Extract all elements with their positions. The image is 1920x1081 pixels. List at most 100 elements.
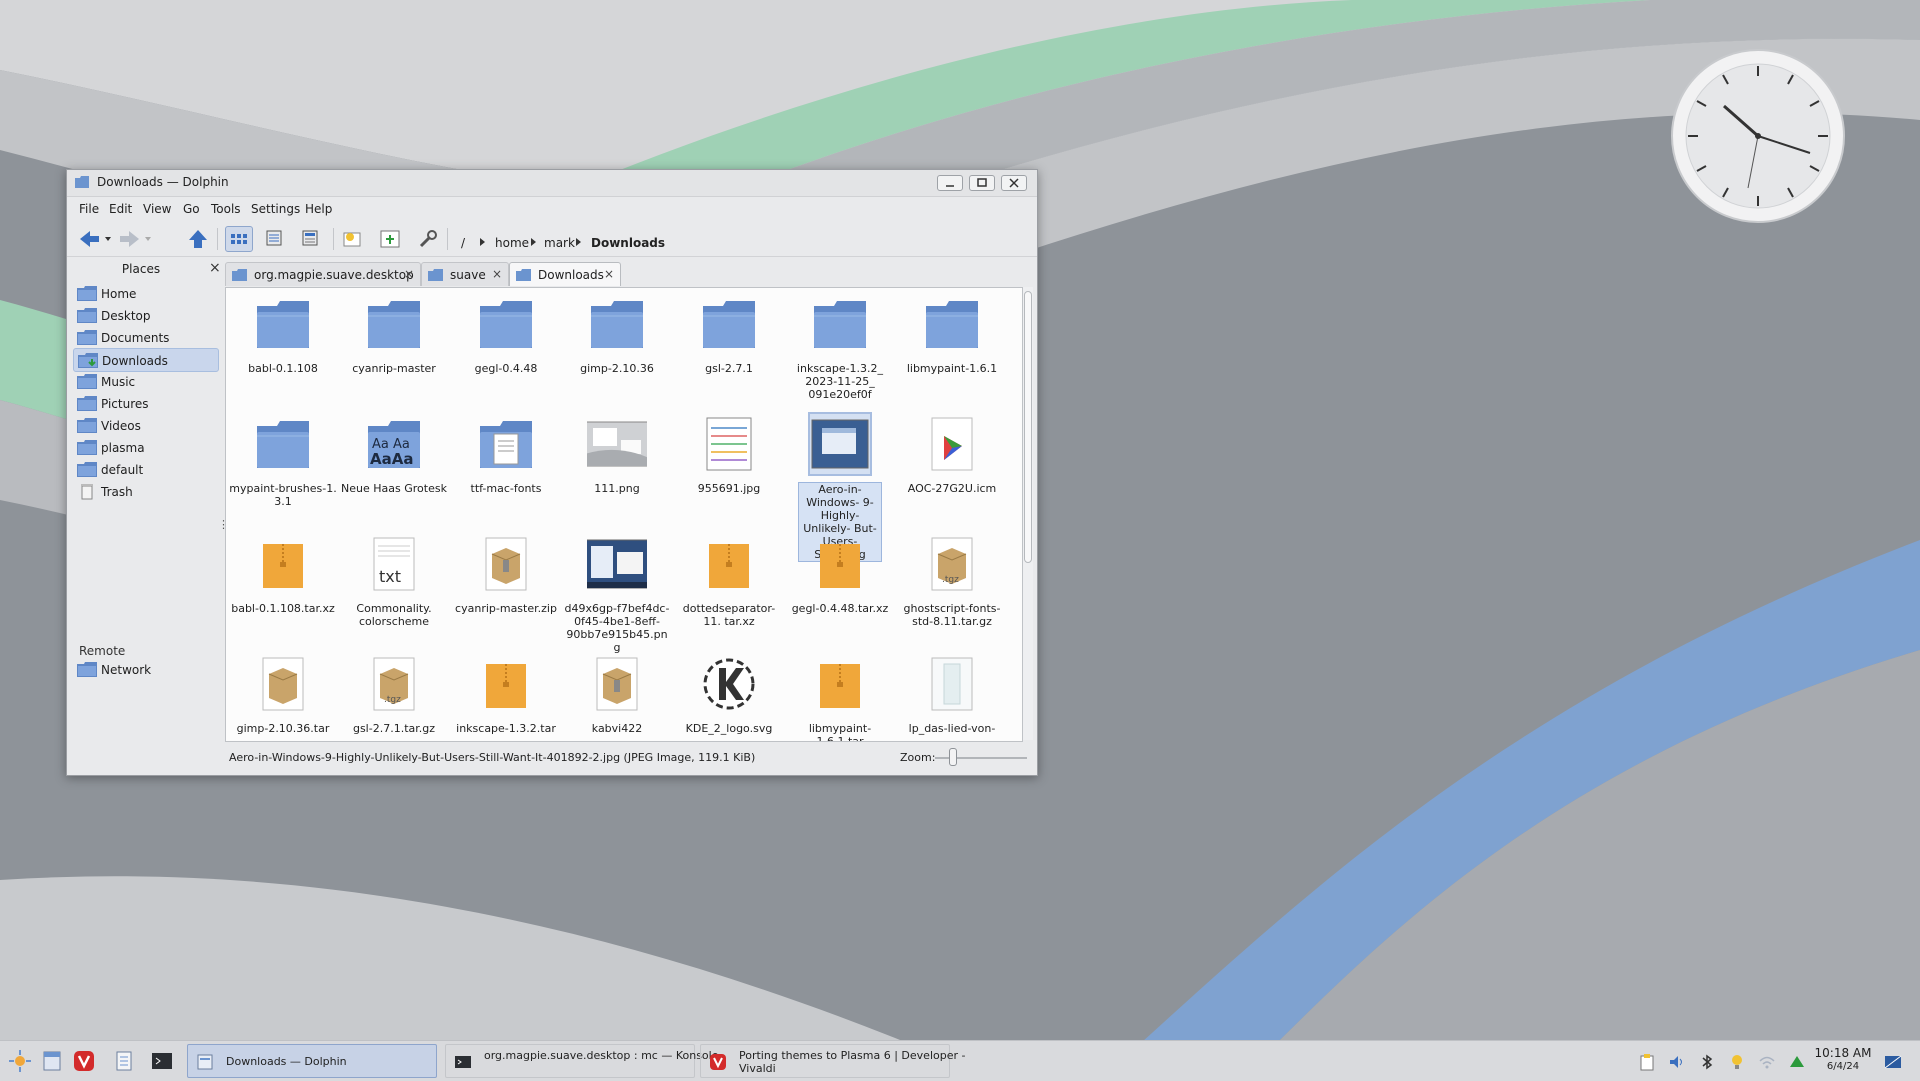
terminal-icon[interactable] (150, 1049, 174, 1073)
file-item-gegl-0-4-48[interactable]: gegl-0.4.48 (452, 288, 560, 406)
back-button[interactable] (77, 226, 113, 252)
file-item-babl-0-1-108[interactable]: babl-0.1.108 (229, 288, 337, 406)
show-desktop-icon[interactable] (40, 1049, 64, 1073)
file-item-gsl-2-7-1-tar-gz[interactable]: .tgz gsl-2.7.1.tar.gz (340, 648, 448, 741)
details-view-button[interactable] (297, 226, 325, 252)
breadcrumb-downloads[interactable]: Downloads (591, 236, 665, 250)
task-vivaldi[interactable]: Porting themes to Plasma 6 | Developer -… (700, 1044, 965, 1078)
tab-close-icon[interactable]: × (604, 267, 614, 281)
maximize-button[interactable] (969, 175, 995, 191)
analog-clock-widget[interactable] (1670, 48, 1846, 224)
file-name: Neue Haas Grotesk (341, 482, 447, 495)
file-item-mypaint-brushes-1-3-1[interactable]: mypaint-brushes-1. 3.1 (229, 408, 337, 526)
forward-button[interactable] (117, 226, 153, 252)
places-item-pictures[interactable]: Pictures (73, 392, 219, 416)
taskbar-clock-date[interactable]: 6/4/24 (1812, 1061, 1874, 1072)
vertical-scrollbar[interactable] (1023, 287, 1033, 740)
breadcrumb-mark[interactable]: mark (544, 236, 575, 250)
places-item-plasma[interactable]: plasma (73, 436, 219, 460)
notes-icon[interactable] (112, 1049, 136, 1073)
places-item-default[interactable]: default (73, 458, 219, 482)
file-item-gimp-2-10-36-tar[interactable]: gimp-2.10.36.tar (229, 648, 337, 741)
task-dolphin[interactable]: Downloads — Dolphin (187, 1044, 437, 1078)
application-launcher-icon[interactable] (8, 1049, 32, 1073)
menu-view[interactable]: View (143, 202, 171, 216)
places-item-downloads[interactable]: Downloads (73, 348, 219, 372)
file-item-inkscape-1-3-2-2023-11-25-091e20ef0f[interactable]: inkscape-1.3.2_ 2023-11-25_ 091e20ef0f (786, 288, 894, 406)
lightbulb-icon[interactable] (1728, 1053, 1746, 1071)
close-icon[interactable]: × (209, 260, 221, 276)
file-item-kde-2-logo-svg[interactable]: KDE_2_logo.svg (675, 648, 783, 741)
scrollbar-thumb[interactable] (1024, 291, 1032, 563)
file-item-111-png[interactable]: 111.png (563, 408, 671, 526)
menu-settings[interactable]: Settings (251, 202, 300, 216)
menu-edit[interactable]: Edit (109, 202, 132, 216)
file-name: gegl-0.4.48 (474, 362, 538, 375)
minimize-button[interactable] (937, 175, 963, 191)
menu-tools[interactable]: Tools (211, 202, 241, 216)
menu-go[interactable]: Go (183, 202, 200, 216)
tab-bar: org.magpie.suave.desktop × suave × Downl… (225, 260, 1033, 286)
wrench-icon[interactable] (415, 226, 441, 252)
places-item-trash[interactable]: Trash (73, 480, 219, 504)
file-item-aoc-27g2u-icm[interactable]: AOC-27G2U.icm (898, 408, 1006, 526)
file-item-commonality-colorscheme[interactable]: txt Commonality. colorscheme (340, 528, 448, 646)
tab-org-magpie-suave-desktop[interactable]: org.magpie.suave.desktop × (225, 262, 421, 286)
peek-desktop-icon[interactable] (1884, 1053, 1902, 1071)
icons-view-button[interactable] (225, 226, 253, 252)
file-item-libmypaint-1-6-1-tar[interactable]: libmypaint-1.6.1.tar (786, 648, 894, 741)
file-item-dottedseparator-11-tar-xz[interactable]: dottedseparator-11. tar.xz (675, 528, 783, 646)
file-item-gimp-2-10-36[interactable]: gimp-2.10.36 (563, 288, 671, 406)
file-item-ttf-mac-fonts[interactable]: ttf-mac-fonts (452, 408, 560, 526)
clipboard-icon[interactable] (1638, 1053, 1656, 1071)
up-arrow-icon[interactable] (185, 226, 211, 252)
volume-icon[interactable] (1668, 1053, 1686, 1071)
file-item-cyanrip-master[interactable]: cyanrip-master (340, 288, 448, 406)
places-item-documents[interactable]: Documents (73, 326, 219, 350)
tab-suave[interactable]: suave × (421, 262, 509, 286)
network-wireless-icon[interactable] (1758, 1053, 1776, 1071)
file-item-cyanrip-master-zip[interactable]: cyanrip-master.zip (452, 528, 560, 646)
menu-file[interactable]: File (79, 202, 99, 216)
file-item-gegl-0-4-48-tar-xz[interactable]: gegl-0.4.48.tar.xz (786, 528, 894, 646)
places-item-label: Network (101, 663, 152, 677)
tab-downloads[interactable]: Downloads × (509, 262, 621, 286)
file-item-neue-haas-grotesk[interactable]: Aa Aa AaAa Neue Haas Grotesk (340, 408, 448, 526)
places-item-desktop[interactable]: Desktop (73, 304, 219, 328)
file-item-ghostscript-fonts-std-8-11-tar-gz[interactable]: .tgz ghostscript-fonts- std-8.11.tar.gz (898, 528, 1006, 646)
file-item-babl-0-1-108-tar-xz[interactable]: babl-0.1.108.tar.xz (229, 528, 337, 646)
update-arrow-icon[interactable] (1788, 1053, 1806, 1071)
file-item-gsl-2-7-1[interactable]: gsl-2.7.1 (675, 288, 783, 406)
menu-help[interactable]: Help (305, 202, 332, 216)
file-item-kabvi422[interactable]: kabvi422 (563, 648, 671, 741)
compact-view-button[interactable] (261, 226, 289, 252)
file-item-955691-jpg[interactable]: 955691.jpg (675, 408, 783, 526)
file-name: ttf-mac-fonts (470, 482, 542, 495)
bluetooth-icon[interactable] (1698, 1053, 1716, 1071)
places-item-home[interactable]: Home (73, 282, 219, 306)
places-item-videos[interactable]: Videos (73, 414, 219, 438)
folder-icon (232, 269, 247, 281)
preview-toggle-icon[interactable] (339, 226, 365, 252)
zoom-slider-handle[interactable] (949, 748, 958, 766)
color-profile-icon (931, 417, 973, 471)
file-item-inkscape-1-3-2-tar[interactable]: inkscape-1.3.2.tar (452, 648, 560, 741)
close-button[interactable] (1001, 175, 1027, 191)
title-bar[interactable]: Downloads — Dolphin (67, 170, 1037, 197)
tab-close-icon[interactable]: × (492, 267, 502, 281)
file-item-aero-in-windows-9-highly-unlikely-but-users-still-jpg[interactable]: Aero-in-Windows- 9-Highly-Unlikely- But-… (786, 408, 894, 562)
breadcrumb-home[interactable]: home (495, 236, 529, 250)
places-item-network[interactable]: Network (73, 658, 219, 682)
file-item-d49x6gp-f7bef4dc-0f45-4be1-8eff-90bb7e915b45-png[interactable]: d49x6gp-f7bef4dc- 0f45-4be1-8eff- 90bb7e… (563, 528, 671, 654)
breadcrumb-root[interactable]: / (461, 236, 465, 250)
split-view-icon[interactable] (377, 226, 403, 252)
vivaldi-icon[interactable] (72, 1049, 96, 1073)
tab-close-icon[interactable]: × (404, 267, 414, 281)
taskbar-clock-time[interactable]: 10:18 AM (1812, 1046, 1874, 1060)
file-item-libmypaint-1-6-1[interactable]: libmypaint-1.6.1 (898, 288, 1006, 406)
task-konsole[interactable]: org.magpie.suave.desktop : mc — Konsole (445, 1044, 718, 1078)
file-item-lp-das-lied-von[interactable]: lp_das-lied-von- (898, 648, 1006, 741)
places-item-music[interactable]: Music (73, 370, 219, 394)
file-view[interactable]: babl-0.1.108 cyanrip-master gegl-0.4.48 gim… (225, 287, 1023, 742)
tar-icon (262, 657, 304, 711)
